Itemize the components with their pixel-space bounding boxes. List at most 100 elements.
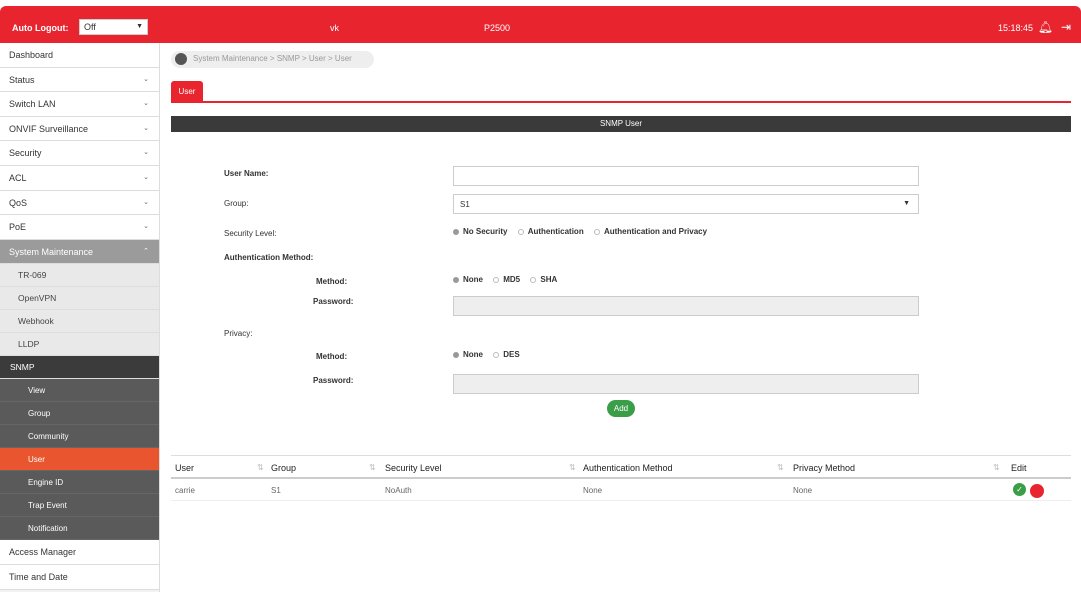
privacy-password-input[interactable] [453, 374, 919, 394]
sidebar-snmp-community[interactable]: Community [0, 425, 159, 449]
sort-icon[interactable]: ⇅ [777, 463, 784, 472]
auth-method-radios: None MD5 SHA [453, 275, 565, 284]
sidebar-item-label: Switch LAN [9, 99, 56, 110]
delete-icon[interactable] [1030, 484, 1044, 498]
sidebar-sub-snmp[interactable]: SNMP [0, 356, 159, 380]
sidebar-item-security[interactable]: Security ⌄ [0, 141, 159, 166]
radio-auth-sha[interactable]: SHA [530, 275, 557, 284]
sort-icon[interactable]: ⇅ [993, 463, 1000, 472]
column-security-level[interactable]: Security Level [385, 463, 442, 473]
cell-privacy-method: None [793, 486, 813, 495]
radio-label: MD5 [503, 275, 521, 284]
sidebar-item-label: Group [28, 409, 51, 419]
sort-icon[interactable]: ⇅ [569, 463, 576, 472]
tab-user[interactable]: User [171, 81, 203, 103]
sidebar-item-qos[interactable]: QoS ⌄ [0, 190, 159, 216]
user-name-input[interactable] [453, 166, 919, 186]
sidebar-snmp-notification[interactable]: Notification [0, 517, 159, 541]
radio-auth-md5[interactable]: MD5 [493, 275, 520, 284]
sidebar-sub-webhook[interactable]: Webhook [0, 310, 159, 334]
column-group[interactable]: Group [271, 463, 296, 473]
sidebar-item-label: TR-069 [18, 270, 47, 281]
auth-method-label: Method: [316, 277, 348, 286]
sidebar-snmp-trap-event[interactable]: Trap Event [0, 494, 159, 518]
cell-user: carrie [175, 486, 196, 495]
breadcrumb-text: System Maintenance > SNMP > User > User [193, 54, 352, 63]
group-select[interactable]: S1 ▼ [453, 194, 919, 214]
sidebar-item-label: SNMP [10, 362, 35, 373]
logout-icon[interactable]: ⇥ [1061, 20, 1071, 34]
sidebar-item-poe[interactable]: PoE ⌄ [0, 215, 159, 240]
table-header: User ⇅ Group ⇅ Security Level ⇅ Authenti… [171, 455, 1071, 479]
sidebar-item-time-and-date[interactable]: Time and Date [0, 564, 159, 590]
radio-label: No Security [463, 227, 508, 236]
device-model: P2500 [484, 23, 511, 33]
auto-logout-value: Off [84, 22, 96, 32]
chevron-down-icon: ⌄ [143, 75, 149, 83]
sidebar-sub-tr069[interactable]: TR-069 [0, 264, 159, 288]
security-level-radios: No Security Authentication Authenticatio… [453, 227, 715, 236]
bell-icon[interactable]: 🔔︎ [1038, 20, 1053, 34]
sidebar-snmp-user[interactable]: User [0, 448, 159, 472]
chevron-down-icon: ⌄ [143, 173, 149, 181]
radio-privacy-des[interactable]: DES [493, 350, 520, 359]
security-level-label: Security Level: [224, 229, 277, 238]
column-user[interactable]: User [175, 463, 194, 473]
sidebar-item-label: Dashboard [9, 50, 54, 60]
sidebar-snmp-view[interactable]: View [0, 379, 159, 403]
chevron-up-icon: ⌃ [143, 247, 149, 255]
sidebar-item-label: ACL [9, 172, 27, 183]
radio-no-security[interactable]: No Security [453, 227, 507, 236]
auth-password-input[interactable] [453, 296, 919, 316]
sidebar-item-system-maintenance[interactable]: System Maintenance ⌃ [0, 239, 159, 265]
sidebar-snmp-group[interactable]: Group [0, 402, 159, 426]
sidebar-item-switch-lan[interactable]: Switch LAN ⌄ [0, 92, 159, 117]
column-privacy-method[interactable]: Privacy Method [793, 463, 855, 473]
radio-icon [493, 351, 500, 358]
radio-label: DES [503, 350, 520, 359]
sort-icon[interactable]: ⇅ [369, 463, 376, 472]
sidebar-sub-lldp[interactable]: LLDP [0, 333, 159, 357]
sidebar-item-dashboard[interactable]: Dashboard [0, 43, 159, 68]
privacy-label: Privacy: [224, 329, 253, 338]
radio-icon [593, 228, 600, 235]
sidebar-sub-openvpn[interactable]: OpenVPN [0, 287, 159, 311]
tab-bar: User [171, 81, 1071, 103]
sidebar-item-label: System Maintenance [9, 246, 94, 257]
radio-icon [493, 276, 500, 283]
column-edit: Edit [1011, 463, 1027, 473]
radio-authentication-privacy[interactable]: Authentication and Privacy [593, 227, 707, 236]
radio-auth-none[interactable]: None [453, 275, 483, 284]
cell-auth-method: None [583, 486, 603, 495]
auto-logout-select[interactable]: Off ▼ [79, 19, 148, 35]
add-button[interactable]: Add [607, 400, 635, 417]
auth-password-label: Password: [313, 297, 354, 306]
sidebar-item-onvif[interactable]: ONVIF Surveillance ⌄ [0, 116, 159, 142]
sort-icon[interactable]: ⇅ [257, 463, 264, 472]
breadcrumb: System Maintenance > SNMP > User > User [171, 51, 374, 68]
sidebar-item-label: Notification [28, 524, 68, 534]
radio-authentication[interactable]: Authentication [517, 227, 584, 236]
sidebar-item-status[interactable]: Status ⌄ [0, 67, 159, 93]
sidebar-item-label: Trap Event [28, 501, 67, 511]
brand-logo: vk [330, 23, 339, 33]
chevron-down-icon: ⌄ [143, 223, 149, 231]
privacy-password-label: Password: [313, 376, 354, 385]
header-bar: Auto Logout: Off ▼ vk P2500 15:18:45 🔔︎ … [0, 6, 1081, 43]
column-auth-method[interactable]: Authentication Method [583, 463, 673, 473]
sidebar-item-access-manager[interactable]: Access Manager [0, 540, 159, 565]
edit-icon[interactable]: ✓ [1013, 483, 1026, 496]
radio-label: SHA [540, 275, 558, 284]
sidebar-item-label: LLDP [18, 339, 40, 350]
sidebar-item-label: View [28, 386, 46, 396]
radio-selected-icon [453, 228, 459, 235]
home-icon[interactable] [175, 53, 187, 65]
table-row: carrie S1 NoAuth None None ✓ [171, 479, 1071, 501]
sidebar-item-acl[interactable]: ACL ⌄ [0, 165, 159, 191]
radio-privacy-none[interactable]: None [453, 350, 483, 359]
sidebar-item-label: Status [9, 74, 35, 85]
chevron-down-icon: ⌄ [143, 198, 149, 206]
radio-label: Authentication [527, 227, 584, 236]
sidebar-snmp-engine-id[interactable]: Engine ID [0, 471, 159, 495]
panel-title: SNMP User [171, 116, 1071, 132]
